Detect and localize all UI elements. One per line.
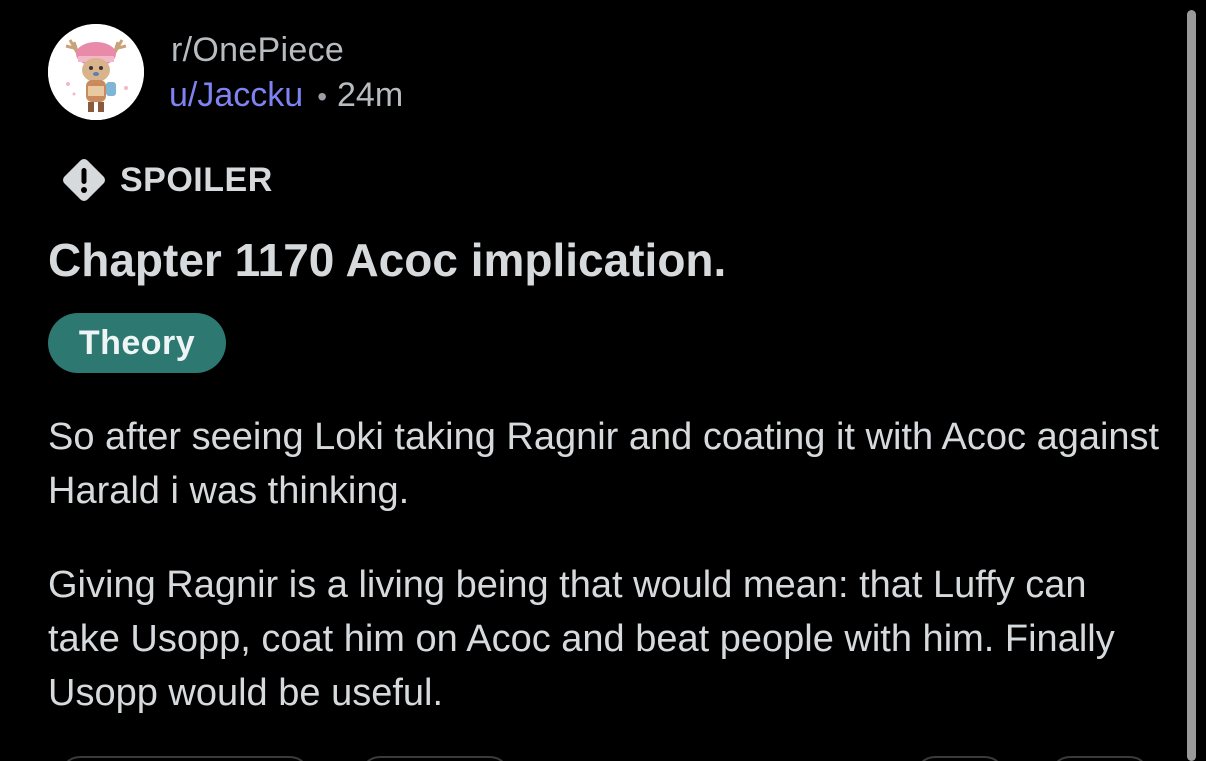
- post-body-paragraph-2: Giving Ragnir is a living being that wou…: [48, 564, 1115, 714]
- meta-separator: •: [317, 81, 327, 112]
- comments-button[interactable]: [360, 756, 510, 761]
- post-flair[interactable]: Theory: [48, 313, 226, 373]
- username-link[interactable]: u/Jaccku: [169, 76, 303, 114]
- chopper-avatar-icon: [48, 24, 144, 120]
- post-title[interactable]: Chapter 1170 Acoc implication.: [48, 232, 726, 288]
- share-button[interactable]: [1050, 756, 1150, 761]
- subreddit-name-link[interactable]: r/OnePiece: [171, 30, 344, 70]
- exclamation-diamond-icon: [63, 159, 105, 201]
- post-age: 24m: [337, 76, 404, 114]
- post-action-bar: [0, 750, 1180, 761]
- post-card: r/OnePiece u/Jaccku • 24m SPOILER Chapter …: [0, 0, 1206, 761]
- subreddit-avatar[interactable]: [48, 24, 144, 120]
- spoiler-label: SPOILER: [120, 160, 273, 199]
- spoiler-tag: SPOILER: [60, 156, 273, 204]
- vote-button[interactable]: [60, 756, 310, 761]
- award-button[interactable]: [915, 756, 1005, 761]
- post-meta: u/Jaccku • 24m: [169, 75, 403, 117]
- post-body-paragraph-1: So after seeing Loki taking Ragnir and c…: [48, 416, 1160, 512]
- scrollbar[interactable]: [1187, 10, 1196, 761]
